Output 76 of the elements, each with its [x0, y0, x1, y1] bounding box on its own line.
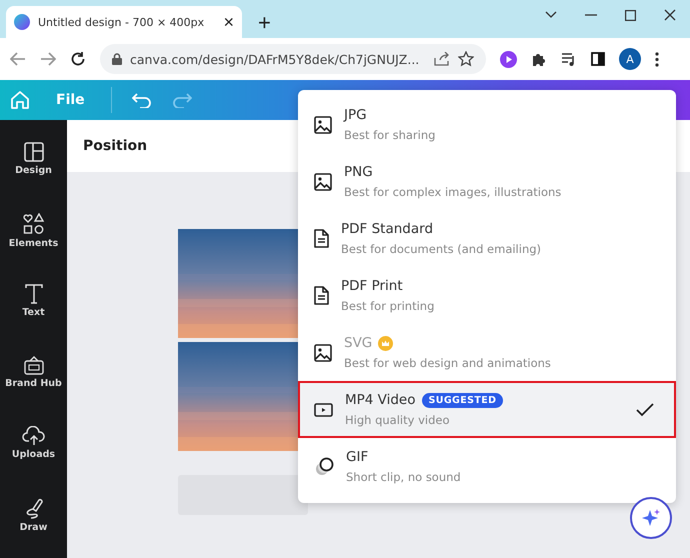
file-type-title: PNG: [344, 164, 373, 180]
briefcase-icon: [22, 355, 44, 375]
layout-icon: [24, 142, 44, 162]
file-type-option[interactable]: PDF Print Best for printing: [298, 267, 676, 324]
magic-sparkle-button[interactable]: [630, 497, 672, 539]
image-icon: [314, 172, 332, 190]
home-icon[interactable]: [10, 90, 30, 110]
play-icon[interactable]: [500, 50, 517, 68]
lock-icon: [112, 53, 122, 65]
close-tab-button[interactable]: ×: [223, 13, 234, 31]
minimize-icon[interactable]: [585, 14, 597, 16]
tab-title: Untitled design - 700 × 400px: [38, 16, 206, 28]
document-icon: [314, 229, 329, 248]
image-icon: [314, 344, 332, 362]
profile-avatar[interactable]: A: [619, 48, 641, 70]
new-tab-button[interactable]: +: [254, 12, 275, 34]
address-bar[interactable]: canva.com/design/DAFrM5Y8dek/Ch7jGNUJZ...: [100, 44, 486, 74]
check-icon: [636, 402, 654, 416]
share-icon[interactable]: [434, 52, 450, 66]
file-type-title: GIF: [346, 449, 368, 465]
back-icon[interactable]: [10, 52, 26, 66]
file-type-option[interactable]: GIF Short clip, no sound: [298, 438, 676, 495]
file-type-option[interactable]: PDF Standard Best for documents (and emailing): [298, 210, 676, 267]
shapes-icon: [22, 213, 44, 235]
cloud-upload-icon: [22, 426, 46, 446]
canva-logo-icon: [14, 14, 30, 30]
pen-icon: [24, 497, 44, 519]
file-type-option[interactable]: JPG Best for sharing: [298, 96, 676, 153]
side-panel-icon[interactable]: [591, 52, 605, 66]
file-type-description: Short clip, no sound: [346, 470, 461, 484]
close-icon[interactable]: [664, 9, 676, 21]
sidebar-label: Elements: [8, 238, 58, 249]
file-type-option[interactable]: MP4 Video SUGGESTED High quality video: [298, 381, 676, 438]
sidebar-item[interactable]: Design: [0, 142, 67, 196]
file-type-title: MP4 Video: [345, 392, 416, 408]
file-type-description: Best for printing: [341, 299, 434, 313]
sidebar-label: Uploads: [12, 449, 56, 460]
image-icon: [314, 116, 332, 134]
sidebar-item[interactable]: Uploads: [0, 426, 67, 480]
video-icon: [314, 402, 333, 416]
playlist-icon[interactable]: [561, 52, 577, 66]
url-text: canva.com/design/DAFrM5Y8dek/Ch7jGNUJZ...: [130, 52, 420, 66]
file-type-description: Best for complex images, illustrations: [344, 185, 562, 199]
sidebar-item[interactable]: Elements: [0, 213, 67, 267]
file-type-title: PDF Print: [341, 278, 403, 294]
sidebar-label: Text: [22, 307, 45, 318]
chevron-down-icon[interactable]: [545, 11, 557, 19]
sidebar-label: Draw: [20, 522, 48, 533]
sidebar-item[interactable]: Text: [0, 284, 67, 338]
file-type-title: PDF Standard: [341, 221, 434, 237]
crown-icon: [378, 336, 394, 350]
rings-icon: [314, 456, 334, 476]
suggested-badge: SUGGESTED: [422, 392, 504, 408]
file-type-description: High quality video: [345, 413, 450, 427]
sidebar-item[interactable]: Draw: [0, 497, 67, 551]
more-icon[interactable]: [655, 52, 659, 66]
sidebar-item[interactable]: Brand Hub: [0, 355, 67, 409]
file-type-description: Best for documents (and emailing): [341, 242, 542, 256]
file-type-title: SVG: [344, 335, 372, 351]
sidebar-label: Brand Hub: [5, 378, 62, 389]
sidebar-label: Design: [15, 165, 52, 176]
puzzle-icon[interactable]: [531, 51, 547, 67]
file-type-description: Best for sharing: [344, 128, 436, 142]
sparkle-icon: [641, 508, 661, 528]
file-type-option[interactable]: PNG Best for complex images, illustrations: [298, 153, 676, 210]
star-icon[interactable]: [458, 51, 474, 67]
panel-title: Position: [83, 138, 148, 154]
text-icon: [24, 284, 42, 304]
file-type-description: Best for web design and animations: [344, 356, 551, 370]
file-type-title: JPG: [344, 107, 367, 123]
reload-icon[interactable]: [70, 51, 86, 67]
maximize-icon[interactable]: [625, 10, 636, 20]
undo-icon[interactable]: [132, 92, 152, 108]
browser-tab[interactable]: Untitled design - 700 × 400px ×: [6, 6, 242, 38]
forward-icon[interactable]: [40, 52, 56, 66]
document-icon: [314, 286, 329, 305]
